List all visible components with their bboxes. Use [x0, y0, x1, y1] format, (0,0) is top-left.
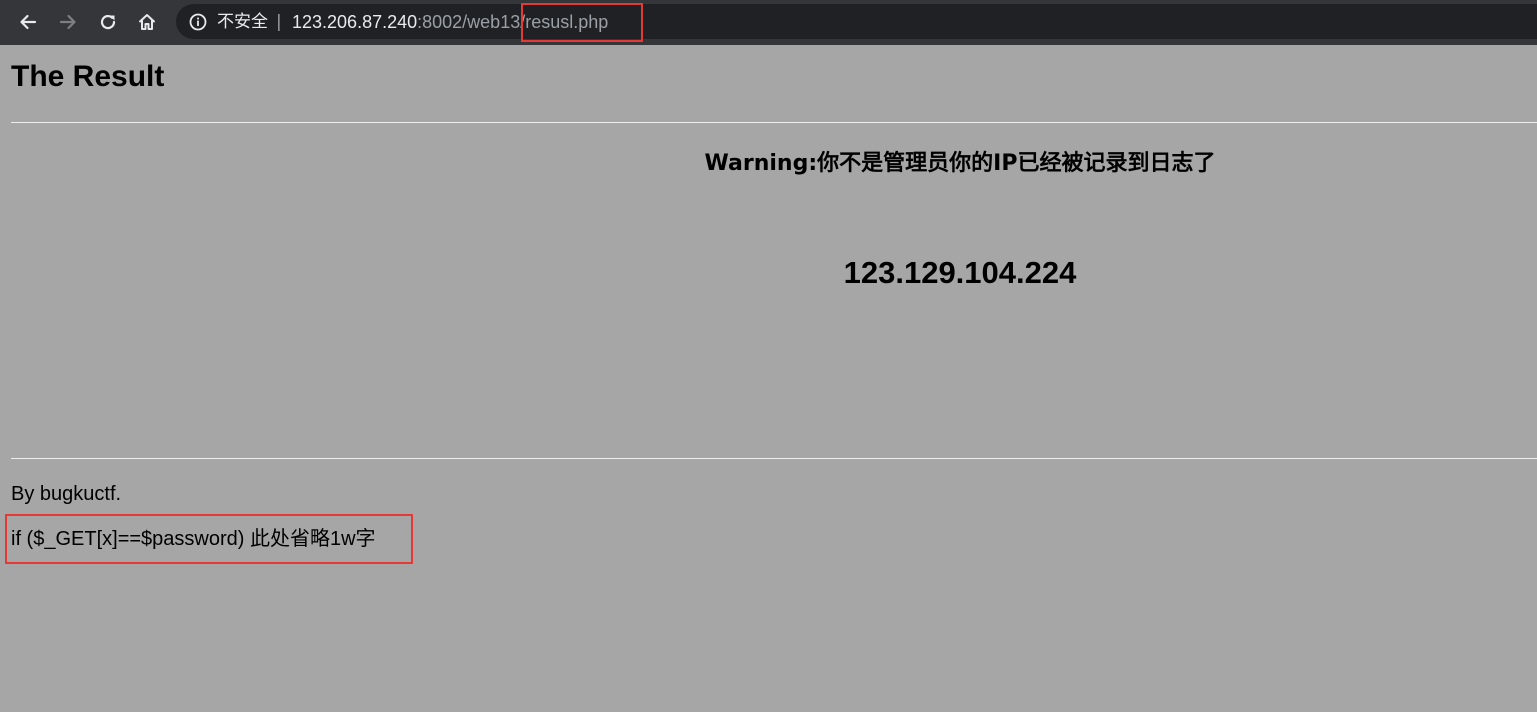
byline: By bugkuctf.	[11, 483, 122, 505]
top-divider	[11, 122, 1537, 123]
bottom-divider	[11, 458, 1537, 459]
code-highlight-box	[5, 514, 413, 564]
browser-toolbar: 不安全 | 123.206.87.240:8002/web13/resusl.p…	[0, 0, 1537, 45]
url-host: 123.206.87.240	[292, 12, 418, 32]
forward-button[interactable]	[53, 7, 83, 37]
page-title: The Result	[11, 60, 165, 93]
url-highlight-box	[521, 3, 643, 42]
reload-button[interactable]	[93, 7, 123, 37]
ip-address: 123.129.104.224	[843, 255, 1077, 290]
info-icon[interactable]	[188, 12, 208, 32]
warning-message: Warning:你不是管理员你的IP已经被记录到日志了	[704, 151, 1216, 176]
home-button[interactable]	[132, 7, 162, 37]
arrow-right-icon	[58, 12, 78, 32]
home-icon	[137, 12, 157, 32]
url-separator: |	[276, 12, 282, 32]
back-button[interactable]	[13, 7, 43, 37]
security-label[interactable]: 不安全	[217, 10, 268, 34]
arrow-left-icon	[18, 12, 38, 32]
reload-icon	[98, 12, 118, 32]
url-path: :8002/web13	[417, 12, 521, 32]
